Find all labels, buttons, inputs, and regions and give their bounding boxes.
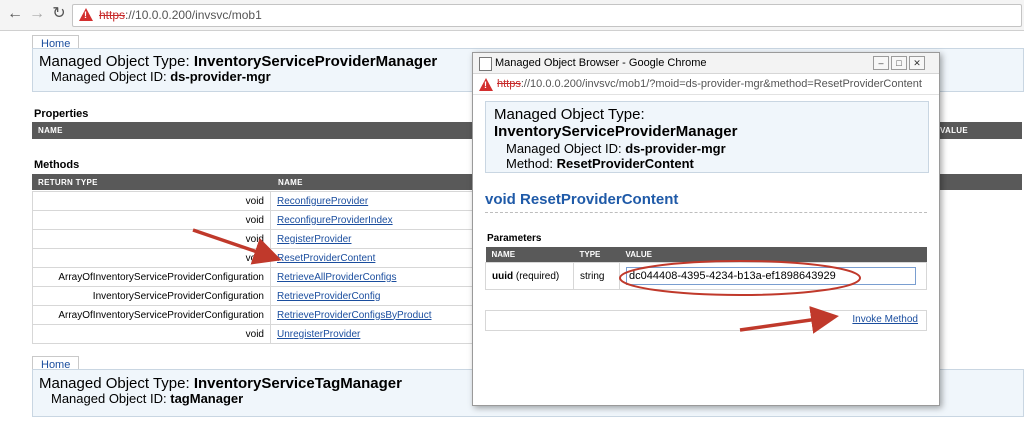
return-type-cell: ArrayOfInventoryServiceProviderConfigura…	[32, 267, 271, 287]
method-link-unregister-provider[interactable]: UnregisterProvider	[277, 329, 360, 340]
dashed-divider	[485, 212, 927, 213]
object-type-value-2: InventoryServiceTagManager	[193, 375, 402, 392]
object-id-label-2: Managed Object ID:	[51, 391, 171, 406]
forward-arrow-icon[interactable]: →	[28, 5, 46, 23]
insecure-warning-icon: !	[79, 8, 93, 21]
method-link-register-provider[interactable]: RegisterProvider	[277, 234, 351, 245]
table-row: uuid (required) string	[485, 262, 927, 290]
method-link-retrieve-provider-configs-by-product[interactable]: RetrieveProviderConfigsByProduct	[277, 310, 432, 321]
popup-id-label: Managed Object ID:	[506, 141, 626, 156]
param-col-type: TYPE	[573, 247, 620, 263]
maximize-icon[interactable]: □	[891, 56, 907, 70]
properties-col-name: NAME	[38, 126, 63, 135]
param-col-name: NAME	[485, 247, 574, 263]
url-path: ://10.0.0.200/invsvc/mob1	[125, 8, 262, 22]
param-value-cell	[619, 262, 927, 290]
methods-heading: Methods	[34, 159, 80, 171]
object-id-value-2: tagManager	[170, 391, 244, 406]
popup-id-line: Managed Object ID: ds-provider-mgr	[506, 141, 726, 156]
param-name-cell: uuid (required)	[485, 262, 574, 290]
methods-col-return: RETURN TYPE	[38, 178, 98, 187]
method-link-reconfigure-provider-index[interactable]: ReconfigureProviderIndex	[277, 215, 393, 226]
popup-type-value: InventoryServiceProviderManager	[494, 123, 738, 140]
popup-method-label: Method:	[506, 156, 557, 171]
popup-window-title: Managed Object Browser - Google Chrome	[495, 57, 707, 69]
properties-heading: Properties	[34, 108, 89, 120]
popup-address-bar[interactable]: ! https://10.0.0.200/invsvc/mob1/?moid=d…	[473, 74, 939, 95]
object-type-line: Managed Object Type: InventoryServicePro…	[39, 53, 437, 70]
popup-insecure-warning-icon: !	[479, 78, 493, 91]
object-type-value: InventoryServiceProviderManager	[193, 53, 438, 70]
object-type-label-2: Managed Object Type:	[39, 375, 194, 392]
invoke-row: Invoke Method	[485, 310, 927, 331]
method-link-reconfigure-provider[interactable]: ReconfigureProvider	[277, 196, 368, 207]
address-bar[interactable]: ! https://10.0.0.200/invsvc/mob1	[72, 4, 1022, 27]
popup-type-label: Managed Object Type:	[494, 106, 645, 123]
browser-toolbar: ← → ↻ ! https://10.0.0.200/invsvc/mob1	[0, 0, 1024, 31]
popup-url-scheme: https	[497, 78, 521, 90]
page-document-icon	[479, 57, 492, 71]
popup-titlebar[interactable]: Managed Object Browser - Google Chrome –…	[473, 53, 939, 74]
method-link-retrieve-all-provider-configs[interactable]: RetrieveAllProviderConfigs	[277, 272, 397, 283]
url-scheme: https	[99, 8, 126, 22]
reload-icon[interactable]: ↻	[50, 5, 68, 23]
popup-window: Managed Object Browser - Google Chrome –…	[472, 52, 940, 406]
uuid-input[interactable]	[626, 267, 916, 285]
parameters-heading: Parameters	[487, 233, 542, 244]
object-id-line-2: Managed Object ID: tagManager	[51, 391, 243, 406]
object-id-value: ds-provider-mgr	[170, 69, 271, 84]
popup-method-line: Method: ResetProviderContent	[506, 156, 694, 171]
object-type-label: Managed Object Type:	[39, 53, 194, 70]
object-id-line: Managed Object ID: ds-provider-mgr	[51, 69, 271, 84]
return-type-cell: void	[32, 210, 271, 230]
param-col-value: VALUE	[619, 247, 927, 263]
param-type-cell: string	[573, 262, 620, 290]
param-required-label: (required)	[513, 270, 560, 282]
close-icon[interactable]: ✕	[909, 56, 925, 70]
popup-id-value: ds-provider-mgr	[625, 141, 726, 156]
popup-url-path: ://10.0.0.200/invsvc/mob1/?moid=ds-provi…	[520, 78, 922, 90]
return-type-cell: void	[32, 191, 271, 211]
invoke-method-link[interactable]: Invoke Method	[852, 314, 918, 325]
return-type-cell: InventoryServiceProviderConfiguration	[32, 286, 271, 306]
method-link-retrieve-provider-config[interactable]: RetrieveProviderConfig	[277, 291, 380, 302]
parameters-table: NAME TYPE VALUE uuid (required) string	[485, 247, 927, 290]
address-url: https://10.0.0.200/invsvc/mob1	[99, 8, 262, 22]
return-type-cell: ArrayOfInventoryServiceProviderConfigura…	[32, 305, 271, 325]
return-type-cell: void	[32, 248, 271, 268]
popup-url: https://10.0.0.200/invsvc/mob1/?moid=ds-…	[497, 78, 922, 90]
properties-col-value: VALUE	[940, 126, 969, 135]
param-name: uuid	[492, 270, 514, 282]
return-type-cell: void	[32, 324, 271, 344]
popup-object-header-box: Managed Object Type: InventoryServicePro…	[485, 101, 929, 173]
methods-col-name: NAME	[278, 178, 303, 187]
method-link-reset-provider-content[interactable]: ResetProviderContent	[277, 253, 375, 264]
parameters-header-row: NAME TYPE VALUE	[485, 247, 927, 263]
object-id-label: Managed Object ID:	[51, 69, 171, 84]
minimize-icon[interactable]: –	[873, 56, 889, 70]
return-type-cell: void	[32, 229, 271, 249]
back-arrow-icon[interactable]: ←	[6, 5, 24, 23]
method-signature-heading: void ResetProviderContent	[485, 191, 679, 208]
object-type-line-2: Managed Object Type: InventoryServiceTag…	[39, 375, 402, 392]
popup-method-value: ResetProviderContent	[556, 156, 694, 171]
